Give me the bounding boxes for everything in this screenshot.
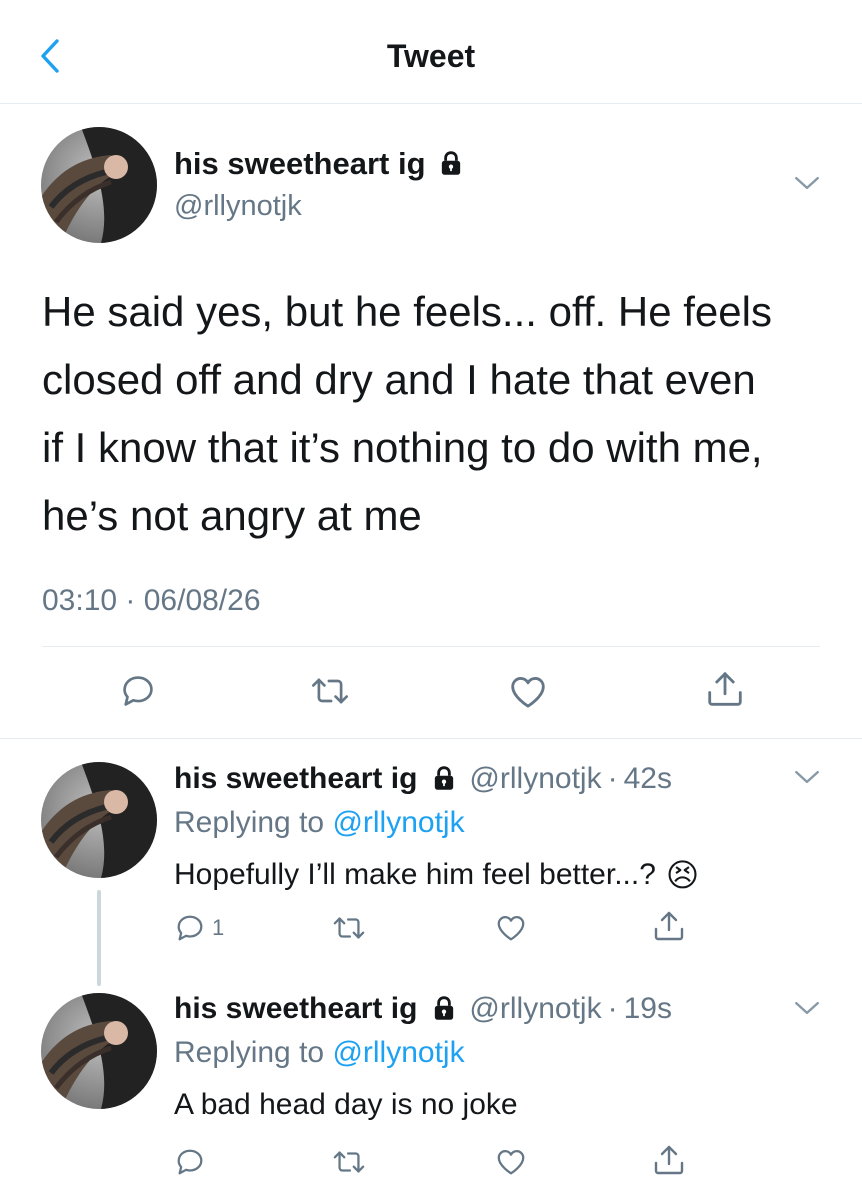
reply-icon [177, 1149, 203, 1175]
top-bar: Tweet [0, 0, 862, 104]
share-icon [654, 1145, 684, 1175]
replying-mention-link[interactable]: @rllynotjk [332, 1036, 464, 1069]
separator-dot: · [607, 992, 618, 1025]
chevron-down-icon[interactable] [794, 176, 820, 190]
reply-text-label: A bad head day is no joke [174, 1088, 518, 1121]
reply-button[interactable] [174, 1146, 206, 1178]
replying-prefix: Replying to [174, 806, 333, 839]
replying-prefix: Replying to [174, 1036, 333, 1069]
author-handle[interactable]: @rllynotjk [469, 992, 601, 1026]
retweet-button[interactable] [310, 672, 350, 710]
tweet-timestamp: 03:10 · 06/08/26 [42, 584, 261, 617]
retweet-button[interactable] [332, 1146, 366, 1178]
avatar[interactable] [41, 993, 157, 1109]
reply-time: 42s [623, 762, 672, 795]
author-name[interactable]: his sweetheart ig [174, 146, 464, 182]
author-handle[interactable]: @rllynotjk [469, 762, 601, 796]
replying-to: Replying to @rllynotjk [174, 806, 465, 840]
reply-header: his sweetheart ig @rllynotjk · 19s [174, 992, 672, 1026]
retweet-icon [333, 1151, 365, 1173]
lock-icon [433, 996, 455, 1022]
reply-icon [123, 676, 153, 706]
reply-header: his sweetheart ig @rllynotjk · 42s [174, 762, 672, 796]
reply-text-label: Hopefully I’ll make him feel better...? [174, 858, 656, 891]
like-icon [497, 916, 525, 941]
like-button[interactable] [495, 912, 527, 944]
tweet-text: He said yes, but he feels... off. He fee… [42, 288, 772, 539]
page-title: Tweet [386, 38, 476, 74]
author-name[interactable]: his sweetheart ig [174, 762, 417, 796]
thread-line [97, 890, 101, 986]
reply-text: Hopefully I’ll make him feel better...? … [174, 856, 699, 894]
like-icon [511, 677, 545, 708]
replying-mention-link[interactable]: @rllynotjk [332, 806, 464, 839]
lock-icon [433, 766, 455, 792]
reply-icon [177, 915, 203, 941]
replying-to: Replying to @rllynotjk [174, 1036, 465, 1070]
author-name-label: his sweetheart ig [174, 146, 426, 181]
author-handle[interactable]: @rllynotjk [174, 190, 302, 223]
lock-icon [439, 151, 462, 177]
retweet-icon [333, 917, 365, 939]
reply-count: 1 [212, 915, 225, 940]
like-button[interactable] [508, 672, 548, 712]
reply-button[interactable]: 1 [174, 912, 224, 944]
chevron-down-icon[interactable] [794, 770, 820, 784]
share-icon [708, 672, 742, 706]
like-icon [497, 1150, 525, 1175]
avatar[interactable] [41, 127, 157, 243]
like-button[interactable] [495, 1146, 527, 1178]
divider [42, 646, 820, 647]
avatar[interactable] [41, 762, 157, 878]
author-name[interactable]: his sweetheart ig [174, 992, 417, 1026]
retweet-icon [312, 678, 348, 704]
retweet-button[interactable] [332, 912, 366, 944]
share-icon [654, 911, 684, 941]
chevron-down-icon[interactable] [794, 1001, 820, 1015]
reply-time: 19s [623, 992, 672, 1025]
reply-button[interactable] [119, 672, 157, 710]
share-button[interactable] [652, 1142, 686, 1178]
tweet-actions [0, 664, 862, 720]
reply-text: A bad head day is no joke [174, 1088, 518, 1122]
divider [0, 738, 862, 739]
persevering-face-emoji: 😣 [665, 857, 700, 893]
share-button[interactable] [652, 908, 686, 944]
separator-dot: · [607, 762, 618, 795]
share-button[interactable] [705, 668, 745, 710]
